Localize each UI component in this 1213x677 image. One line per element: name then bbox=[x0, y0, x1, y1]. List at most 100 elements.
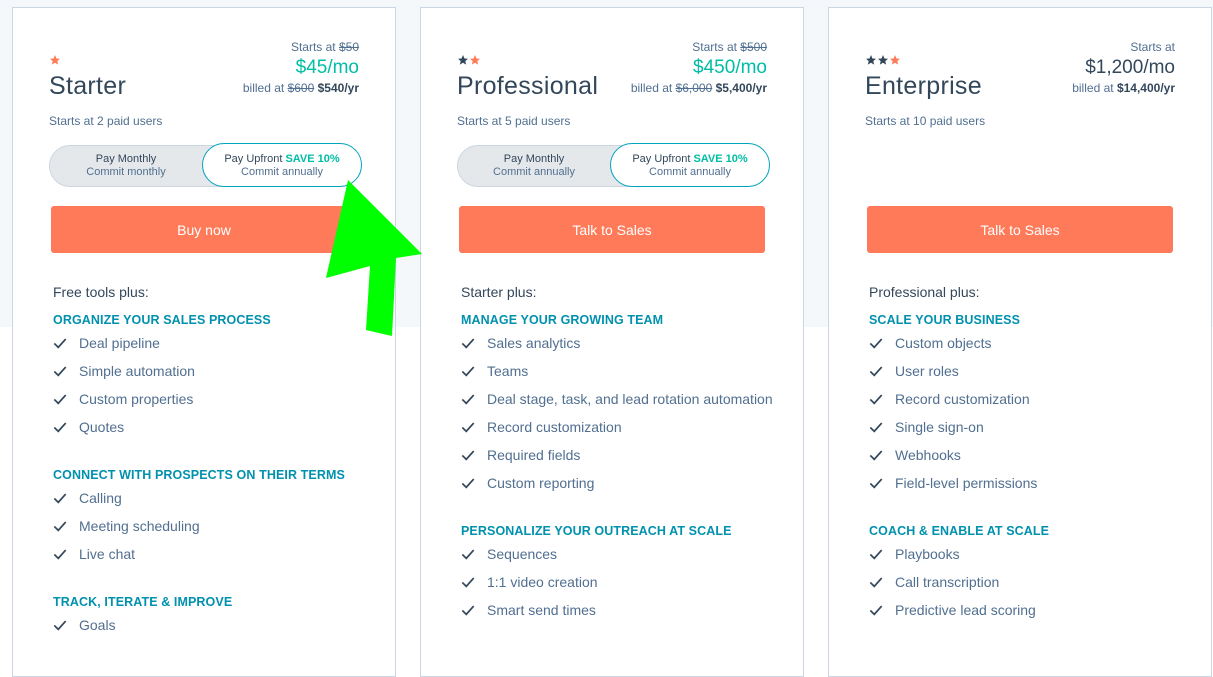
pay-monthly-option[interactable]: Pay Monthly Commit monthly bbox=[50, 146, 202, 186]
checkmark-icon bbox=[461, 577, 475, 588]
feature-item-label: Deal stage, task, and lead rotation auto… bbox=[487, 391, 773, 407]
feature-section: COACH & ENABLE AT SCALE Playbooks Call tra… bbox=[869, 524, 1189, 622]
star-icon bbox=[458, 55, 468, 65]
price-block: Starts at $50 $45/mo billed at $600 $540… bbox=[243, 40, 359, 95]
feature-item-label: Custom properties bbox=[79, 391, 194, 407]
checkmark-icon bbox=[461, 478, 475, 489]
plan-card-starter: Starter Starts at 2 paid users Starts at… bbox=[12, 7, 396, 677]
checkmark-icon bbox=[461, 605, 475, 616]
checkmark-icon bbox=[53, 549, 67, 560]
billed-original: $600 bbox=[287, 81, 315, 95]
feature-item-label: Smart send times bbox=[487, 602, 596, 618]
pay-monthly-title: Pay Monthly bbox=[95, 153, 157, 165]
feature-item: Simple automation bbox=[53, 359, 373, 383]
feature-section: CONNECT WITH PROSPECTS ON THEIR TERMS Cal… bbox=[53, 468, 373, 566]
monthly-price: $1,200/mo bbox=[1085, 57, 1175, 78]
checkmark-icon bbox=[869, 605, 883, 616]
feature-item-label: Quotes bbox=[79, 419, 125, 435]
feature-item: 1:1 video creation bbox=[461, 570, 781, 594]
feature-item-label: Required fields bbox=[487, 447, 581, 463]
feature-section-title: PERSONALIZE YOUR OUTREACH AT SCALE bbox=[461, 524, 732, 538]
features-intro: Starter plus: bbox=[461, 284, 537, 300]
feature-section: TRACK, ITERATE & IMPROVE Goals bbox=[53, 595, 373, 637]
tier-name: Professional bbox=[457, 72, 599, 100]
checkmark-icon bbox=[53, 394, 67, 405]
feature-item: Sales analytics bbox=[461, 331, 781, 355]
feature-item-label: Sequences bbox=[487, 546, 558, 562]
pay-monthly-title: Pay Monthly bbox=[503, 153, 565, 165]
feature-item: Single sign-on bbox=[869, 415, 1189, 439]
buy-now-button[interactable]: Buy now bbox=[51, 206, 357, 253]
star-icon bbox=[866, 55, 876, 65]
tier-stars bbox=[865, 54, 901, 68]
feature-item: Required fields bbox=[461, 443, 781, 467]
checkmark-icon bbox=[53, 521, 67, 532]
billed-price: $540/yr bbox=[317, 81, 359, 95]
feature-item-label: Single sign-on bbox=[895, 419, 984, 435]
feature-section: MANAGE YOUR GROWING TEAM Sales analytics T… bbox=[461, 313, 781, 495]
billed-original: $6,000 bbox=[675, 81, 713, 95]
talk-to-sales-button[interactable]: Talk to Sales bbox=[459, 206, 765, 253]
monthly-price: $450/mo bbox=[693, 57, 767, 78]
feature-section-title: COACH & ENABLE AT SCALE bbox=[869, 524, 1050, 538]
starts-at-line: Starts at $500 bbox=[631, 40, 767, 54]
feature-item: Field-level permissions bbox=[869, 471, 1189, 495]
users-note: Starts at 5 paid users bbox=[457, 114, 571, 128]
feature-section: PERSONALIZE YOUR OUTREACH AT SCALE Sequen… bbox=[461, 524, 781, 622]
feature-section-title: ORGANIZE YOUR SALES PROCESS bbox=[53, 313, 271, 327]
feature-item: Webhooks bbox=[869, 443, 1189, 467]
pay-monthly-sub: Commit annually bbox=[493, 166, 575, 178]
feature-item: Record customization bbox=[869, 387, 1189, 411]
star-icon bbox=[890, 55, 900, 65]
feature-item: Quotes bbox=[53, 415, 373, 439]
feature-item-label: Sales analytics bbox=[487, 335, 581, 351]
talk-to-sales-button[interactable]: Talk to Sales bbox=[867, 206, 1173, 253]
pay-upfront-sub: Commit annually bbox=[649, 166, 731, 178]
pay-upfront-title: Pay Upfront bbox=[224, 153, 283, 165]
feature-section-title: TRACK, ITERATE & IMPROVE bbox=[53, 595, 233, 609]
feature-list: Professional plus: SCALE YOUR BUSINESS Cus… bbox=[869, 284, 1189, 651]
plan-card-enterprise: Enterprise Starts at 10 paid users Start… bbox=[828, 7, 1212, 677]
checkmark-icon bbox=[53, 620, 67, 631]
pay-monthly-option[interactable]: Pay Monthly Commit annually bbox=[458, 146, 610, 186]
tier-name: Enterprise bbox=[865, 72, 982, 100]
checkmark-icon bbox=[53, 366, 67, 377]
pointer-arrow-icon bbox=[326, 180, 422, 336]
feature-item-label: Record customization bbox=[487, 419, 622, 435]
original-price: $50 bbox=[338, 40, 359, 54]
feature-items: Custom objects User roles Record customiza… bbox=[869, 331, 1189, 495]
billing-toggle: Pay Monthly Commit annually Pay Upfront … bbox=[457, 143, 770, 187]
pay-upfront-title-line: Pay Upfront SAVE 10% bbox=[203, 153, 361, 166]
checkmark-icon bbox=[869, 577, 883, 588]
feature-section-title: SCALE YOUR BUSINESS bbox=[869, 313, 1021, 327]
pay-upfront-option[interactable]: Pay Upfront SAVE 10% Commit annually bbox=[610, 143, 770, 187]
checkmark-icon bbox=[461, 422, 475, 433]
monthly-price: $45/mo bbox=[295, 57, 359, 78]
feature-item: Record customization bbox=[461, 415, 781, 439]
feature-item: Custom properties bbox=[53, 387, 373, 411]
checkmark-icon bbox=[869, 478, 883, 489]
checkmark-icon bbox=[461, 394, 475, 405]
feature-item-label: Call transcription bbox=[895, 574, 1000, 590]
feature-item-label: Custom reporting bbox=[487, 475, 595, 491]
billed-prefix: billed at bbox=[630, 81, 673, 95]
feature-item: Live chat bbox=[53, 542, 373, 566]
feature-item-label: Simple automation bbox=[79, 363, 195, 379]
original-price: $500 bbox=[740, 40, 767, 54]
feature-items: Sales analytics Teams Deal stage, task, an… bbox=[461, 331, 781, 495]
feature-item: Goals bbox=[53, 613, 373, 637]
feature-item: Deal stage, task, and lead rotation auto… bbox=[461, 387, 781, 411]
feature-item-label: Record customization bbox=[895, 391, 1030, 407]
checkmark-icon bbox=[869, 450, 883, 461]
feature-item-label: Webhooks bbox=[895, 447, 961, 463]
checkmark-icon bbox=[53, 422, 67, 433]
feature-items: Playbooks Call transcription Predictive le… bbox=[869, 542, 1189, 622]
star-icon bbox=[470, 55, 480, 65]
billed-line: billed at $14,400/yr bbox=[1072, 81, 1175, 95]
billed-line: billed at $6,000 $5,400/yr bbox=[631, 81, 767, 95]
features-intro: Free tools plus: bbox=[53, 284, 149, 300]
starts-at-label: Starts at bbox=[290, 40, 336, 54]
feature-section: ORGANIZE YOUR SALES PROCESS Deal pipeline… bbox=[53, 313, 373, 439]
feature-items: Goals bbox=[53, 613, 373, 637]
feature-item: Deal pipeline bbox=[53, 331, 373, 355]
